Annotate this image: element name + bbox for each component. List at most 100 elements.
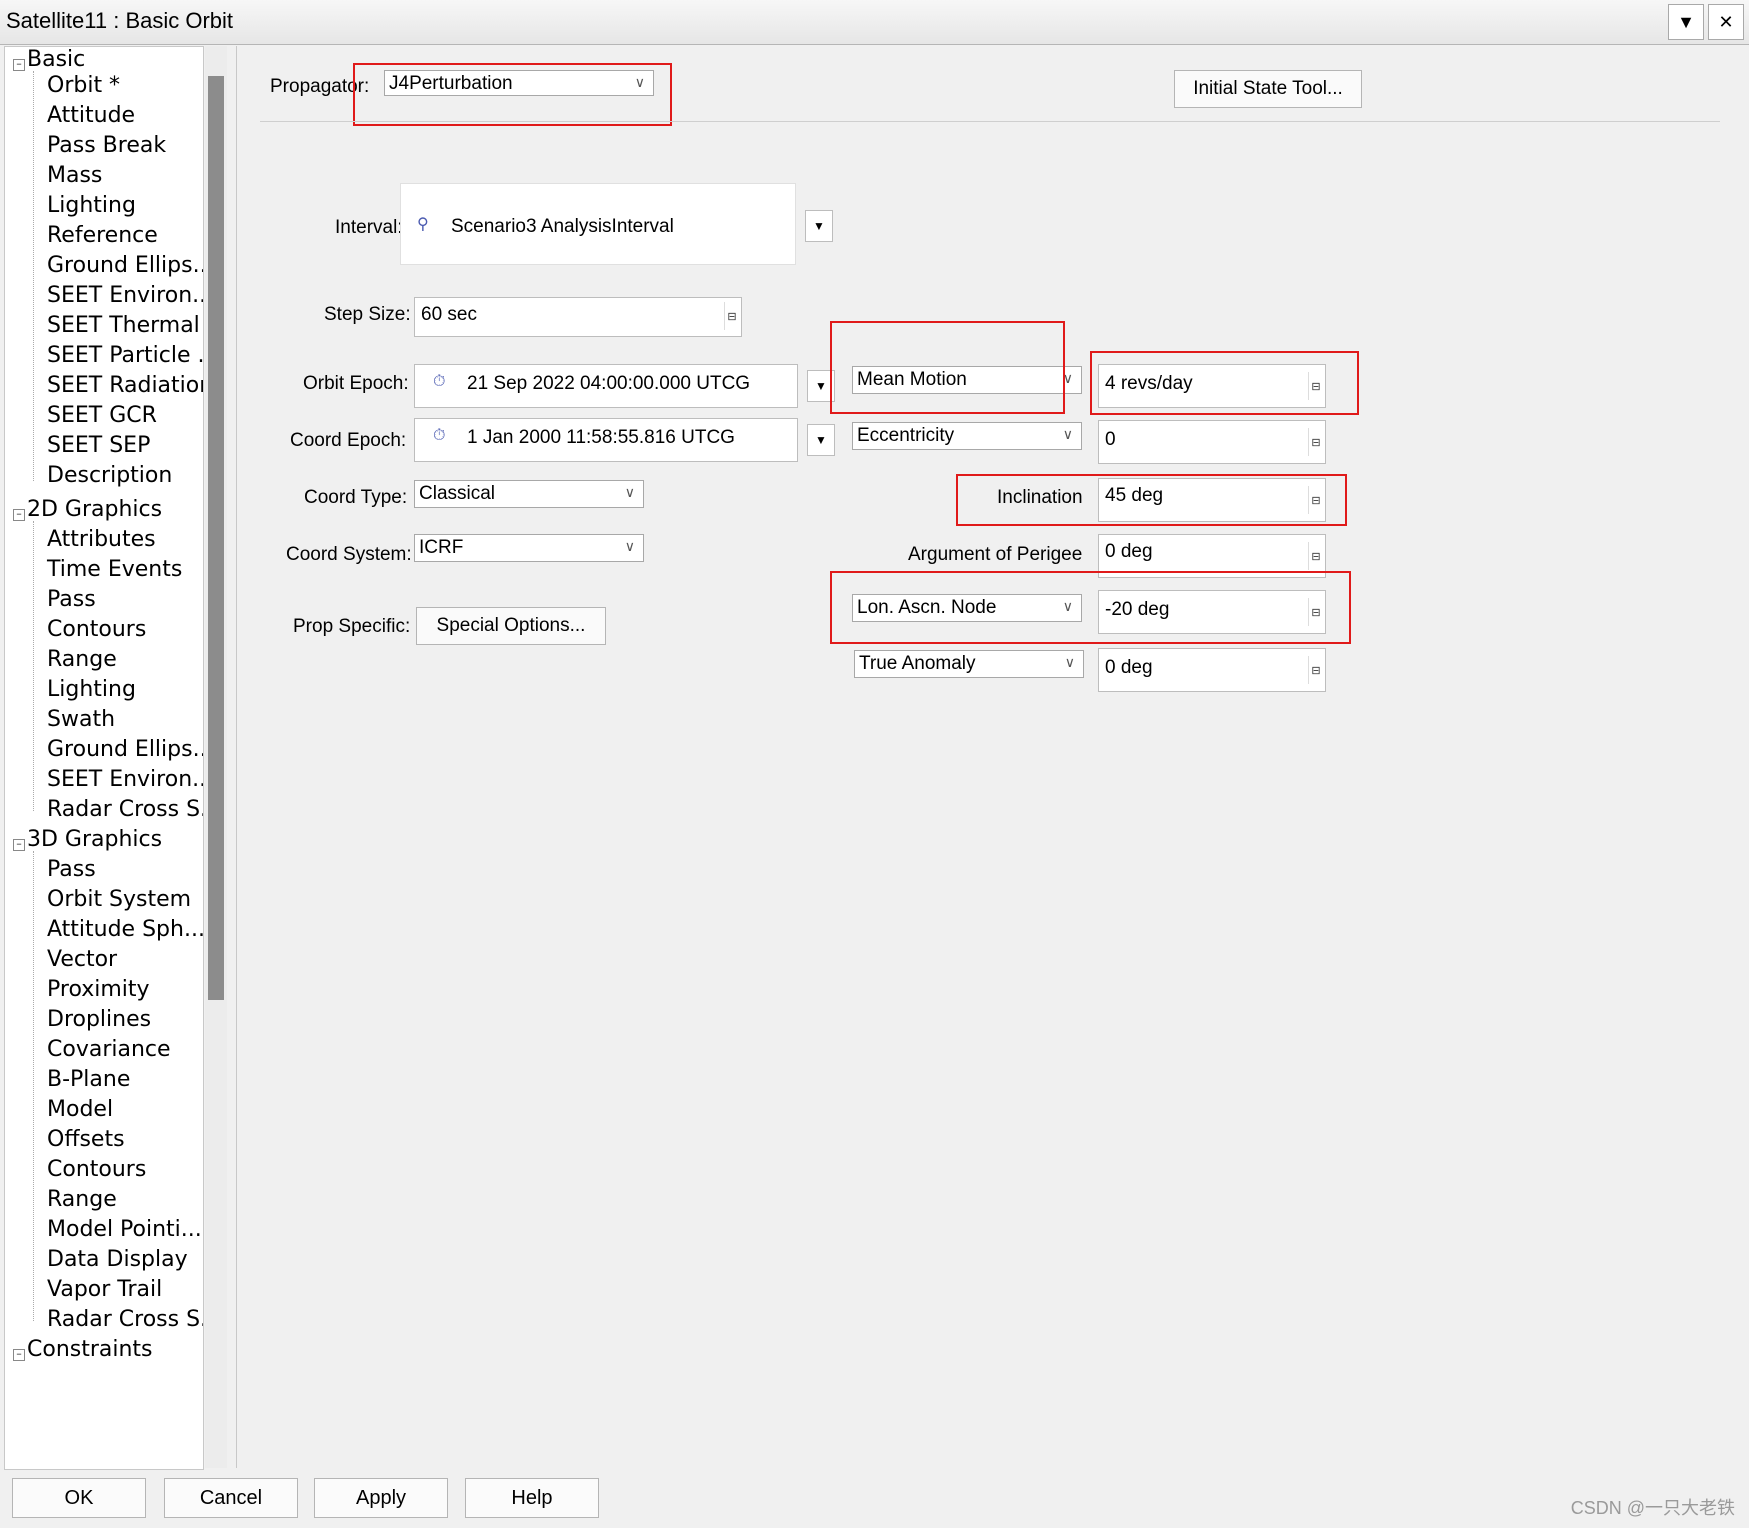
chevron-down-icon: ∨ <box>1064 654 1075 670</box>
anomaly-type-value: True Anomaly <box>859 653 976 674</box>
unit-icon[interactable]: ⊟ <box>1308 542 1323 570</box>
tree-item-model[interactable]: Model <box>47 1097 113 1122</box>
close-icon: ✕ <box>1718 11 1734 32</box>
prop-specific-label: Prop Specific: <box>293 616 411 637</box>
coord-type-select[interactable]: Classical ∨ <box>414 480 644 508</box>
caret-down-icon: ▼ <box>815 379 827 393</box>
apply-button[interactable]: Apply <box>314 1478 448 1518</box>
arg-perigee-label: Argument of Perigee <box>908 544 1083 565</box>
caret-down-icon: ▼ <box>815 433 827 447</box>
tree-item-seet-environment[interactable]: SEET Environ... <box>47 283 203 308</box>
special-options-button[interactable]: Special Options... <box>416 607 606 645</box>
tree-item-radar-cross-section[interactable]: Radar Cross S... <box>47 797 203 822</box>
tree-group-basic[interactable]: Basic <box>27 47 85 72</box>
tree-item-seet-environment-2d[interactable]: SEET Environ... <box>47 767 203 792</box>
highlight-box-node <box>830 571 1351 644</box>
tree-item-orbit-system[interactable]: Orbit System <box>47 887 191 912</box>
highlight-box-size-value <box>1090 351 1359 415</box>
interval-field[interactable]: ⚲ Scenario3 AnalysisInterval <box>400 183 796 265</box>
coord-epoch-label: Coord Epoch: <box>290 430 407 451</box>
tree-item-seet-sep[interactable]: SEET SEP <box>47 433 150 458</box>
tree-item-contours[interactable]: Contours <box>47 617 146 642</box>
step-size-label: Step Size: <box>324 304 411 325</box>
tree-item-vapor-trail[interactable]: Vapor Trail <box>47 1277 162 1302</box>
tree-item-swath[interactable]: Swath <box>47 707 115 732</box>
tree-item-seet-gcr[interactable]: SEET GCR <box>47 403 157 428</box>
tree-item-vector[interactable]: Vector <box>47 947 117 972</box>
separator <box>260 121 1720 122</box>
tree-item-description[interactable]: Description <box>47 463 172 488</box>
tree-item-pass-break[interactable]: Pass Break <box>47 133 166 158</box>
tree-item-proximity[interactable]: Proximity <box>47 977 150 1002</box>
tree-item-b-plane[interactable]: B-Plane <box>47 1067 130 1092</box>
tree-item-pass-3d[interactable]: Pass <box>47 857 96 882</box>
chevron-down-icon: ∨ <box>1062 426 1073 442</box>
highlight-box-size-type <box>830 321 1065 414</box>
tree-item-attitude-sphere[interactable]: Attitude Sph... <box>47 917 203 942</box>
tree-line <box>33 851 34 1321</box>
highlight-box-inclination <box>956 474 1347 526</box>
step-size-field[interactable]: 60 sec <box>414 297 742 337</box>
tree-item-lighting[interactable]: Lighting <box>47 193 136 218</box>
tree-item-data-display[interactable]: Data Display <box>47 1247 188 1272</box>
tree-item-model-pointing[interactable]: Model Pointi... <box>47 1217 202 1242</box>
tree-item-attitude[interactable]: Attitude <box>47 103 135 128</box>
help-button[interactable]: Help <box>465 1478 599 1518</box>
tree-item-mass[interactable]: Mass <box>47 163 102 188</box>
collapse-icon[interactable]: − <box>13 839 25 851</box>
unit-icon[interactable]: ⊟ <box>1308 656 1323 684</box>
tree-item-seet-particle[interactable]: SEET Particle ... <box>47 343 203 368</box>
tree-item-radar-cross-section-3d[interactable]: Radar Cross S... <box>47 1307 203 1332</box>
properties-tree: − Basic Orbit * Attitude Pass Break Mass… <box>4 46 204 1470</box>
highlight-box-propagator <box>353 63 672 126</box>
initial-state-tool-button[interactable]: Initial State Tool... <box>1174 70 1362 108</box>
tree-item-droplines[interactable]: Droplines <box>47 1007 151 1032</box>
tree-item-attributes[interactable]: Attributes <box>47 527 156 552</box>
coord-epoch-dropdown-button[interactable]: ▼ <box>807 424 835 456</box>
tree-item-pass[interactable]: Pass <box>47 587 96 612</box>
coord-epoch-value: 1 Jan 2000 11:58:55.816 UTCG <box>467 427 735 448</box>
tree-item-seet-radiation[interactable]: SEET Radiation <box>47 373 203 398</box>
shape-type-value: Eccentricity <box>857 425 955 446</box>
orbit-epoch-field[interactable]: ⏱ 21 Sep 2022 04:00:00.000 UTCG <box>414 364 798 408</box>
tree-group-constraints[interactable]: Constraints <box>27 1337 153 1362</box>
tree-item-reference[interactable]: Reference <box>47 223 158 248</box>
collapse-icon[interactable]: − <box>13 509 25 521</box>
watermark: CSDN @一只大老铁 <box>1570 1498 1735 1518</box>
coord-type-value: Classical <box>419 483 496 504</box>
tree-line <box>33 521 34 811</box>
tree-item-ground-ellipse[interactable]: Ground Ellips... <box>47 253 203 278</box>
tree-item-orbit[interactable]: Orbit * <box>47 73 120 98</box>
close-button[interactable]: ✕ <box>1708 4 1744 40</box>
tree-item-time-events[interactable]: Time Events <box>47 557 182 582</box>
tree-item-range-3d[interactable]: Range <box>47 1187 117 1212</box>
tree-item-seet-thermal[interactable]: SEET Thermal <box>47 313 200 338</box>
coord-epoch-field[interactable]: ⏱ 1 Jan 2000 11:58:55.816 UTCG <box>414 418 798 462</box>
ok-button[interactable]: OK <box>12 1478 146 1518</box>
tree-item-ground-ellipse-2d[interactable]: Ground Ellips... <box>47 737 203 762</box>
collapse-icon[interactable]: − <box>13 59 25 71</box>
tree-item-contours-3d[interactable]: Contours <box>47 1157 146 1182</box>
anomaly-type-select[interactable]: True Anomaly ∨ <box>854 650 1084 678</box>
tree-group-2d-graphics[interactable]: 2D Graphics <box>27 497 162 522</box>
shape-value: 0 <box>1105 429 1116 450</box>
collapse-icon[interactable]: − <box>13 1349 25 1361</box>
interval-label: Interval: <box>335 217 403 238</box>
tree-item-covariance[interactable]: Covariance <box>47 1037 171 1062</box>
shape-type-select[interactable]: Eccentricity ∨ <box>852 422 1082 450</box>
interval-dropdown-button[interactable]: ▼ <box>805 210 833 242</box>
orbit-epoch-label: Orbit Epoch: <box>303 373 409 394</box>
shape-value-field[interactable]: 0 <box>1098 420 1326 464</box>
window-menu-button[interactable]: ▼ <box>1668 4 1704 40</box>
unit-icon[interactable]: ⊟ <box>1308 428 1323 456</box>
tree-item-lighting-2d[interactable]: Lighting <box>47 677 136 702</box>
tree-group-3d-graphics[interactable]: 3D Graphics <box>27 827 162 852</box>
unit-icon[interactable]: ⊟ <box>724 302 739 330</box>
coord-type-label: Coord Type: <box>304 487 408 508</box>
tree-scrollbar-thumb[interactable] <box>208 76 224 1000</box>
tree-item-offsets[interactable]: Offsets <box>47 1127 125 1152</box>
tree-item-range[interactable]: Range <box>47 647 117 672</box>
anomaly-value-field[interactable]: 0 deg <box>1098 648 1326 692</box>
coord-system-select[interactable]: ICRF ∨ <box>414 534 644 562</box>
cancel-button[interactable]: Cancel <box>164 1478 298 1518</box>
